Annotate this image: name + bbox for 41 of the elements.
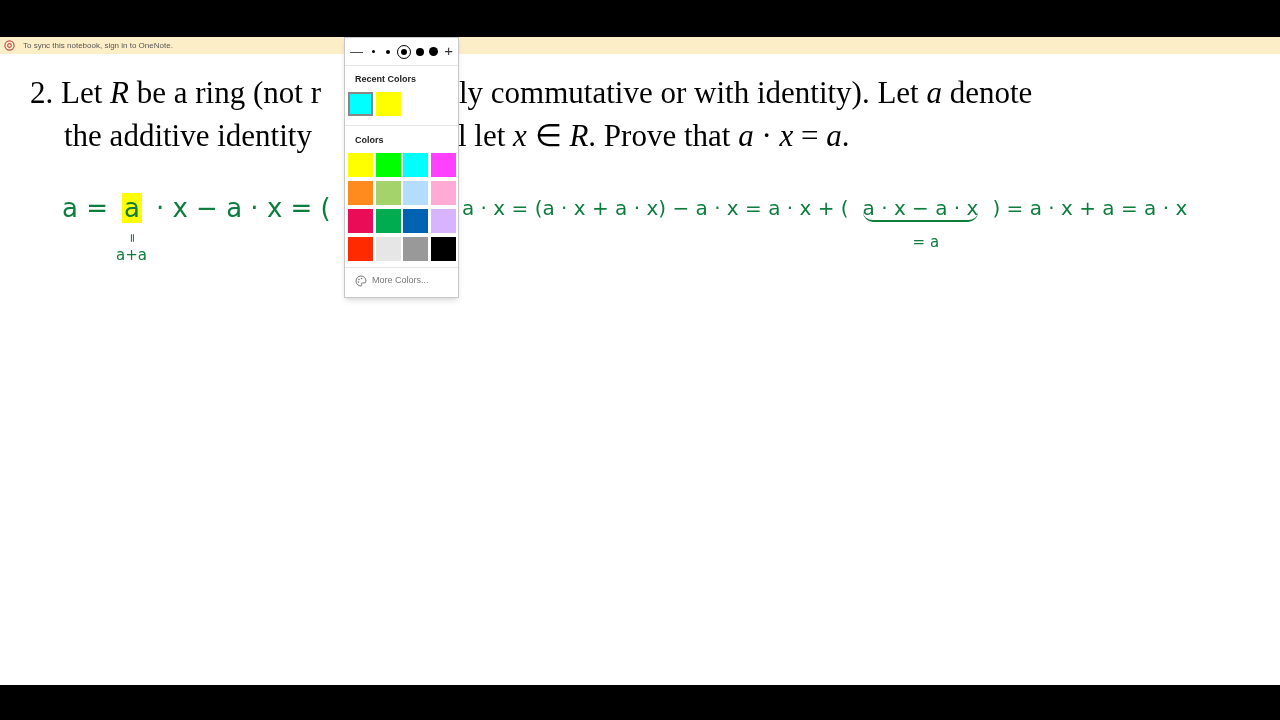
pen-size-option[interactable] [428, 46, 439, 57]
color-swatch[interactable] [375, 181, 401, 205]
notification-text: To sync this notebook, sign in to OneNote. [23, 39, 173, 52]
color-swatch[interactable] [430, 237, 456, 261]
palette-icon [355, 274, 367, 287]
color-swatch[interactable] [376, 91, 401, 116]
handwritten-math: · x − a · x = ( [155, 192, 331, 223]
color-swatch[interactable] [375, 237, 401, 261]
handwritten-math: ) = a · x + a = a · x [992, 196, 1188, 220]
color-swatch[interactable] [348, 153, 373, 177]
color-swatch[interactable] [348, 91, 373, 116]
sign-in-icon [4, 40, 15, 51]
underlined-math: a · x − a · x [862, 196, 979, 222]
problem-text: ly commutative or with identity). Let a denote [459, 74, 1033, 113]
color-swatch[interactable] [430, 209, 456, 233]
color-swatch[interactable] [348, 237, 373, 261]
handwritten-math: a = [62, 192, 108, 223]
color-swatch[interactable] [375, 209, 401, 233]
handwritten-math: a · x = (a · x + a · x) − a · x = a · x + ( [462, 196, 849, 220]
problem-text: the additive identity [64, 118, 312, 154]
color-swatch[interactable] [430, 153, 456, 177]
color-swatch[interactable] [375, 153, 401, 177]
color-swatch[interactable] [348, 181, 373, 205]
increase-size-button[interactable]: + [444, 40, 453, 63]
color-swatch[interactable] [430, 181, 456, 205]
handwritten-note: = a [912, 232, 940, 253]
pen-size-option[interactable] [414, 46, 425, 57]
highlighted-math: a [122, 192, 142, 223]
section-title: Colors [354, 133, 385, 147]
decrease-size-button[interactable]: — [350, 41, 363, 62]
handwritten-note: = [125, 232, 141, 243]
color-swatch[interactable] [403, 153, 428, 177]
color-swatch[interactable] [348, 209, 373, 233]
section-title: Recent Colors [354, 73, 417, 86]
color-swatch[interactable] [403, 181, 428, 205]
color-swatch[interactable] [403, 209, 428, 233]
color-swatch[interactable] [403, 237, 428, 261]
handwritten-note: a+a [116, 244, 147, 266]
problem-text: 2. Let R be a ring (not r [30, 75, 321, 111]
problem-text: l let x ∈ R. Prove that a · x = a. [458, 117, 850, 156]
more-colors-button[interactable]: More Colors... [345, 274, 458, 288]
